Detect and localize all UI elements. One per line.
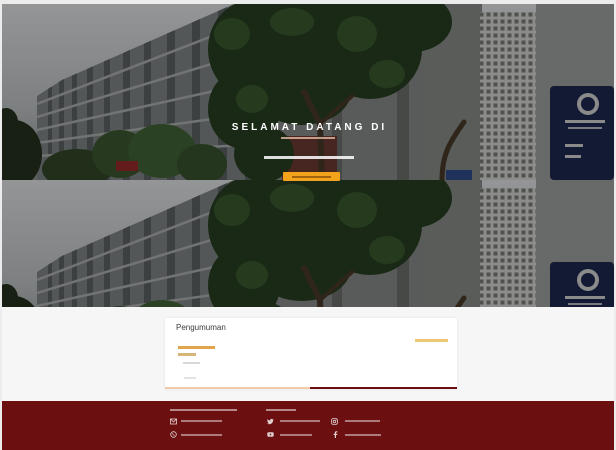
- envelope-icon: [170, 418, 177, 425]
- instagram-icon: [331, 418, 338, 425]
- footer-social-link-text: [345, 434, 381, 436]
- footer-instagram-link[interactable]: [331, 418, 383, 426]
- footer-social-link-text: [345, 420, 380, 422]
- footer-contact-email[interactable]: [170, 418, 226, 426]
- footer-contact-heading: [170, 409, 237, 411]
- hero-tagline-line: [281, 137, 335, 139]
- youtube-icon: [267, 432, 274, 437]
- facebook-icon: [333, 431, 338, 438]
- footer-youtube-link[interactable]: [267, 431, 315, 439]
- footer-contact-phone[interactable]: [170, 431, 226, 439]
- card-accent-bar: [165, 387, 310, 389]
- phone-icon: [170, 431, 177, 438]
- announcement-item[interactable]: [178, 346, 215, 349]
- footer-facebook-link[interactable]: [332, 431, 384, 439]
- announcement-meta: [183, 362, 200, 364]
- footer: [2, 401, 614, 450]
- card-primary-bar: [310, 387, 457, 389]
- announcement-item[interactable]: [178, 353, 196, 356]
- announcements-card: Pengumuman: [165, 318, 457, 389]
- footer-social-link-text: [280, 434, 312, 436]
- footer-contact-text: [181, 434, 222, 436]
- twitter-icon: [267, 418, 274, 425]
- announcements-section: Pengumuman: [2, 307, 614, 401]
- hero-subtitle-line: [264, 156, 354, 159]
- announcements-title: Pengumuman: [176, 323, 226, 332]
- hero-title: SELAMAT DATANG DI: [231, 122, 388, 133]
- announcements-view-all-link[interactable]: [415, 339, 448, 342]
- hero-cta-button[interactable]: [283, 172, 340, 181]
- hero-section: SELAMAT DATANG DI: [2, 4, 614, 307]
- announcement-meta: [184, 377, 196, 379]
- footer-social-link-text: [280, 420, 320, 422]
- footer-twitter-link[interactable]: [267, 418, 323, 426]
- footer-social-heading: [266, 409, 296, 411]
- hero-cta-button-label: [292, 175, 331, 178]
- page: SELAMAT DATANG DI Pengumuman: [0, 0, 616, 450]
- footer-contact-text: [181, 420, 222, 422]
